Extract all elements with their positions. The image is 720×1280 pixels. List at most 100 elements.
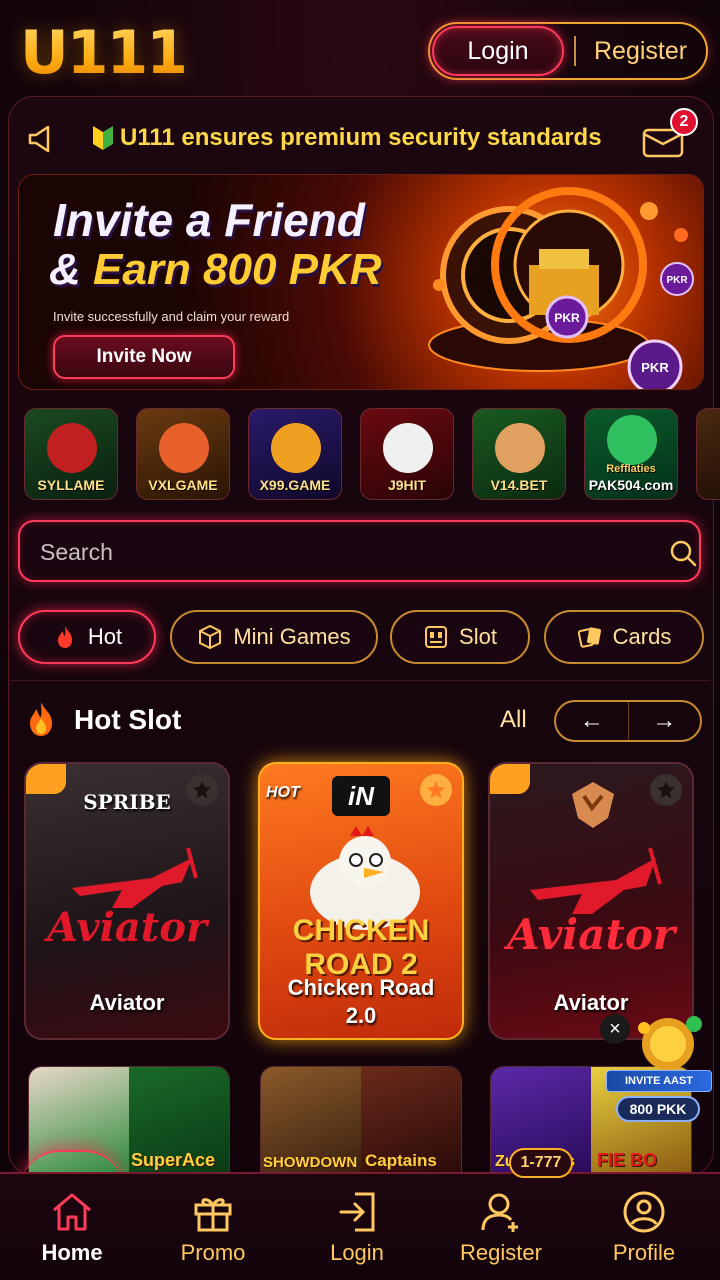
favorite-star-icon[interactable] bbox=[650, 774, 682, 806]
game-card-aviator[interactable]: SPRIBE Aviator Aviator bbox=[24, 762, 230, 1040]
flame-icon bbox=[30, 702, 52, 736]
slot-machine-icon bbox=[425, 626, 448, 648]
profile-icon bbox=[623, 1191, 665, 1233]
app-root: U111 Login Register U111 ensures premium… bbox=[0, 0, 720, 1280]
partner-tile[interactable]: VXLGAME bbox=[136, 408, 230, 500]
favorite-star-icon[interactable] bbox=[186, 774, 218, 806]
partner-label: V14.BET bbox=[490, 477, 548, 493]
auth-group: Login Register bbox=[428, 22, 708, 80]
game-logo-text: SHOWDOWN bbox=[263, 1154, 358, 1171]
game-logo-text: Aviator bbox=[47, 904, 207, 951]
section-divider bbox=[10, 680, 710, 681]
game-card-aviator-2[interactable]: Aviator Aviator bbox=[488, 762, 694, 1040]
game-logo-text: Captains bbox=[365, 1151, 437, 1170]
hot-slot-header: Hot Slot All ← → bbox=[24, 698, 704, 746]
add-user-icon bbox=[481, 1193, 518, 1232]
partner-art bbox=[607, 415, 657, 465]
partner-art bbox=[383, 423, 433, 473]
prev-arrow-button[interactable]: ← bbox=[556, 702, 628, 740]
category-tabs: Hot Mini Games Slot Cards bbox=[18, 610, 718, 666]
provider-badge: iN bbox=[332, 776, 390, 816]
partner-label: X99.GAME bbox=[259, 477, 331, 493]
tab-slot[interactable]: Slot bbox=[390, 610, 530, 664]
nav-home[interactable]: Home bbox=[0, 1174, 144, 1280]
nav-promo[interactable]: Promo bbox=[141, 1174, 285, 1280]
partner-art bbox=[159, 423, 209, 473]
tab-hot[interactable]: Hot bbox=[18, 610, 156, 664]
nav-label: Register bbox=[460, 1240, 542, 1265]
partner-art bbox=[271, 423, 321, 473]
treasure-icon bbox=[638, 1016, 702, 1070]
partner-strip: SYLLAME VXLGAME X99.GAME J9HIT V14.BET R… bbox=[24, 408, 720, 502]
vault-illustration: PKR PKR PKR bbox=[428, 187, 694, 389]
section-title: Hot Slot bbox=[74, 704, 182, 735]
banner-amp: & bbox=[49, 245, 93, 294]
game-name: Chicken Road 2.0 bbox=[287, 975, 435, 1028]
cube-icon bbox=[199, 624, 222, 650]
speaker-icon bbox=[28, 125, 50, 153]
game-logo-text: FIE BO bbox=[597, 1150, 658, 1170]
floating-invite-widget[interactable]: × INVITE AAST 800 PKK bbox=[600, 1008, 716, 1128]
partner-label: J9HIT bbox=[387, 477, 427, 493]
invite-amount: 800 PKK bbox=[616, 1096, 700, 1122]
nav-label: Promo bbox=[180, 1240, 246, 1265]
notice-text: U111 ensures premium security standards bbox=[120, 124, 602, 151]
coin-label: PKR bbox=[641, 360, 669, 375]
partner-label: PAK504.com bbox=[588, 477, 674, 493]
coin-label: PKR bbox=[554, 311, 580, 325]
nav-register[interactable]: 1-777 Register bbox=[429, 1148, 573, 1280]
provider-logo: iN bbox=[348, 780, 374, 811]
nav-profile[interactable]: Profile bbox=[572, 1174, 716, 1280]
tab-label: Hot bbox=[87, 624, 123, 649]
invite-banner[interactable]: Invite a Friend & Earn 800 PKR Invite su… bbox=[18, 174, 704, 390]
brand-logo[interactable]: U111 bbox=[20, 18, 188, 88]
coin-label: PKR bbox=[666, 275, 688, 286]
next-arrow-button[interactable]: → bbox=[627, 702, 701, 740]
banner-earn: Earn 800 PKR bbox=[93, 245, 382, 294]
home-icon bbox=[53, 1193, 91, 1231]
partner-sublabel: Refflaties bbox=[606, 463, 656, 475]
tab-label: Cards bbox=[612, 624, 672, 649]
tab-mini-games[interactable]: Mini Games bbox=[170, 610, 378, 664]
favorite-star-icon[interactable] bbox=[420, 774, 452, 806]
banner-subtitle: Invite successfully and claim your rewar… bbox=[53, 309, 290, 324]
invite-ribbon: INVITE AAST bbox=[606, 1070, 712, 1092]
flame-icon bbox=[57, 626, 72, 648]
invite-now-button[interactable]: Invite Now bbox=[53, 335, 235, 379]
partner-tile[interactable]: X99.GAME bbox=[248, 408, 342, 500]
game-name: Aviator bbox=[89, 990, 165, 1015]
game-logo-text: Aviator bbox=[507, 910, 675, 959]
partner-tile[interactable]: J9HIT bbox=[360, 408, 454, 500]
tab-label: Mini Games bbox=[233, 624, 351, 649]
game-art: SuperAce bbox=[129, 1067, 229, 1175]
search-bar bbox=[18, 520, 701, 582]
carousel-arrows: ← → bbox=[554, 700, 702, 742]
register-button[interactable]: Register bbox=[594, 37, 687, 66]
notice-bar: U111 ensures premium security standards … bbox=[10, 108, 710, 170]
tab-cards[interactable]: Cards bbox=[544, 610, 704, 664]
cards-icon bbox=[577, 627, 601, 648]
bottom-nav: Home Promo Login 1-777 Register Profile bbox=[0, 1148, 720, 1280]
login-button[interactable]: Login bbox=[432, 26, 564, 76]
partner-label: SYLLAME bbox=[37, 477, 105, 493]
nav-login[interactable]: Login bbox=[285, 1174, 429, 1280]
close-icon[interactable]: × bbox=[600, 1014, 630, 1044]
search-input[interactable] bbox=[40, 534, 640, 570]
partner-tile[interactable]: SYLLAME bbox=[24, 408, 118, 500]
search-icon[interactable] bbox=[668, 538, 698, 568]
shield-icon bbox=[93, 126, 113, 150]
mail-badge: 2 bbox=[670, 108, 698, 136]
nav-label: Login bbox=[330, 1240, 384, 1265]
partner-tile[interactable] bbox=[696, 408, 720, 500]
nav-label: Home bbox=[41, 1240, 103, 1265]
view-all-link[interactable]: All bbox=[500, 706, 527, 734]
hot-tag: HOT bbox=[266, 784, 300, 801]
login-icon bbox=[339, 1192, 375, 1232]
provider-logo-icon bbox=[572, 782, 614, 828]
partner-tile[interactable]: V14.BET bbox=[472, 408, 566, 500]
thumbs-up-badge bbox=[490, 764, 530, 794]
game-card[interactable]: SHOWDOWN Captains bbox=[260, 1066, 462, 1176]
game-logo-text: SuperAce bbox=[131, 1150, 216, 1170]
game-card-chicken-road[interactable]: HOT iN CHICKEN ROAD 2 Chicken Road 2.0 bbox=[258, 762, 464, 1040]
partner-tile[interactable]: Refflaties PAK504.com bbox=[584, 408, 678, 500]
